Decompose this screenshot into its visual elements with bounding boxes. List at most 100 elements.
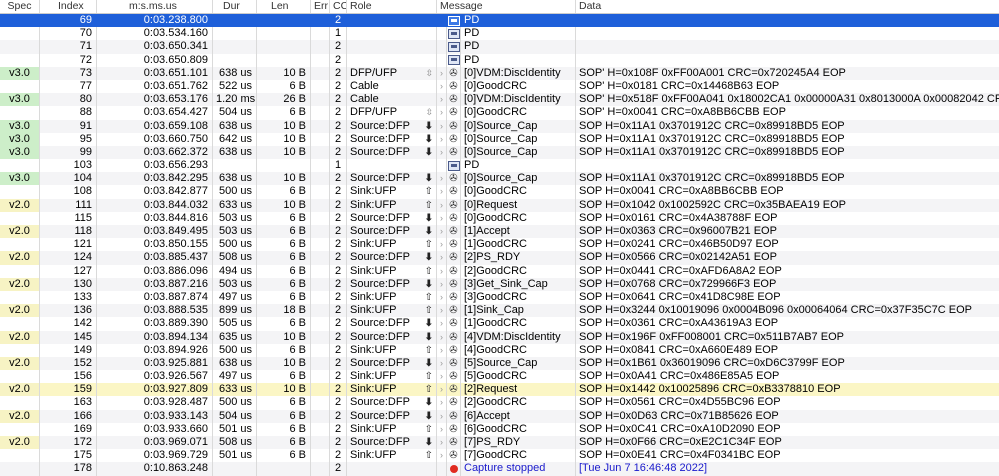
cc-cell: 2	[330, 198, 347, 212]
column-header-message[interactable]: Message	[437, 0, 576, 13]
column-header-data[interactable]: Data	[576, 0, 999, 13]
expand-arrow[interactable]: ›	[437, 304, 447, 318]
table-row[interactable]: v2.0 136 0:03.888.535 899 us 18 B 2 Sink:UFP ⇧ ›…	[0, 304, 999, 318]
expand-arrow[interactable]: ›	[437, 119, 447, 133]
table-row[interactable]: 71 0:03.650.341 2 PD	[0, 40, 999, 54]
table-row[interactable]: v3.0 99 0:03.662.372 638 us 10 B 2 Source:DFP ⬇…	[0, 145, 999, 160]
time-cell: 0:03.850.155	[97, 238, 213, 252]
table-row[interactable]: 142 0:03.889.390 505 us 6 B 2 Source:DFP ⬇ › ✇ [1…	[0, 317, 999, 331]
expand-arrow[interactable]: ›	[437, 172, 447, 186]
expand-arrow[interactable]: ›	[437, 422, 447, 436]
table-row[interactable]: v2.0 145 0:03.894.134 635 us 10 B 2 Source:DFP…	[0, 330, 999, 344]
table-row[interactable]: 103 0:03.656.293 1 PD	[0, 159, 999, 173]
time-cell: 0:03.887.874	[97, 290, 213, 305]
expand-arrow[interactable]: ›	[437, 436, 447, 450]
expand-arrow[interactable]: ›	[437, 449, 447, 463]
column-header-dur[interactable]: Dur	[213, 0, 257, 13]
arrow-down-icon: ⬇	[424, 278, 433, 290]
table-row[interactable]: 121 0:03.850.155 500 us 6 B 2 Sink:UFP ⇧ › ✇ [1]G…	[0, 238, 999, 252]
column-header-spec[interactable]: Spec	[0, 0, 40, 13]
table-row[interactable]: v3.0 73 0:03.651.101 638 us 10 B 2 DFP/UFP ⇳ › ✇[…	[0, 66, 999, 80]
expand-arrow[interactable]: ›	[437, 106, 447, 120]
table-row[interactable]: 69 0:03.238.800 2 PD	[0, 14, 999, 28]
table-row[interactable]: v3.0 104 0:03.842.295 638 us 10 B 2 Source:DFP…	[0, 172, 999, 186]
table-row[interactable]: 108 0:03.842.877 500 us 6 B 2 Sink:UFP ⇧ › ✇ [0]G…	[0, 185, 999, 199]
column-header-index[interactable]: Index	[40, 0, 97, 13]
index-cell: 145	[40, 330, 97, 344]
expand-arrow[interactable]: ›	[437, 79, 447, 94]
len-cell: 10 B	[257, 330, 311, 344]
column-header-cc[interactable]: CC	[330, 0, 347, 13]
expand-arrow[interactable]: ›	[437, 185, 447, 199]
table-row[interactable]: v2.0 130 0:03.887.216 503 us 6 B 2 Source:DFP ⬇…	[0, 277, 999, 291]
data-cell	[576, 27, 999, 40]
table-row[interactable]: 178 0:10.863.248 2 Capture stopped [Tue Jun …	[0, 462, 999, 476]
table-row[interactable]: v2.0 152 0:03.925.881 638 us 10 B 2 Source:DFP…	[0, 356, 999, 371]
role-cell: Source:DFP ⬇	[347, 409, 437, 423]
role-label: Source:DFP	[350, 211, 410, 224]
message-cell: Capture stopped	[461, 462, 576, 476]
expand-arrow[interactable]: ›	[437, 356, 447, 371]
table-row[interactable]: 149 0:03.894.926 500 us 6 B 2 Sink:UFP ⇧ › ✇ [4]G…	[0, 343, 999, 357]
table-row[interactable]: v3.0 80 0:03.653.176 1.20 ms 26 B 2 Cable › ✇ [0]…	[0, 93, 999, 107]
table-row[interactable]: v2.0 118 0:03.849.495 503 us 6 B 2 Source:DFP ⬇…	[0, 225, 999, 239]
expand-arrow[interactable]: ›	[437, 66, 447, 80]
expand-arrow[interactable]: ›	[437, 317, 447, 331]
table-row[interactable]: v2.0 124 0:03.885.437 508 us 6 B 2 Source:DFP ⬇…	[0, 251, 999, 265]
expand-arrow[interactable]: ›	[437, 264, 447, 278]
table-row[interactable]: 156 0:03.926.567 497 us 6 B 2 Sink:UFP ⇧ › ✇ [5]G…	[0, 370, 999, 384]
table-row[interactable]: 77 0:03.651.762 522 us 6 B 2 Cable › ✇ [0]GoodCR…	[0, 79, 999, 94]
table-row[interactable]: v2.0 111 0:03.844.032 633 us 10 B 2 Sink:UFP ⇧ ›…	[0, 198, 999, 212]
expand-arrow[interactable]	[437, 462, 447, 476]
expand-arrow[interactable]: ›	[437, 396, 447, 410]
expand-arrow[interactable]	[437, 53, 447, 67]
table-row[interactable]: 133 0:03.887.874 497 us 6 B 2 Sink:UFP ⇧ › ✇ [3]G…	[0, 290, 999, 305]
column-header-len[interactable]: Len	[257, 0, 311, 13]
column-header-role[interactable]: Role	[347, 0, 437, 13]
dur-cell: 638 us	[213, 66, 257, 80]
expand-arrow[interactable]: ›	[437, 370, 447, 384]
expand-arrow[interactable]: ›	[437, 225, 447, 239]
role-label: Sink:UFP	[350, 343, 397, 356]
table-row[interactable]: v2.0 172 0:03.969.071 508 us 6 B 2 Source:DFP ⬇…	[0, 436, 999, 450]
table-row[interactable]: 127 0:03.886.096 494 us 6 B 2 Sink:UFP ⇧ › ✇ [2]G…	[0, 264, 999, 278]
expand-arrow[interactable]	[437, 14, 447, 28]
expand-arrow[interactable]: ›	[437, 198, 447, 212]
table-row[interactable]: 175 0:03.969.729 501 us 6 B 2 Sink:UFP ⇧ › ✇ [7]G…	[0, 449, 999, 463]
table-row[interactable]: 72 0:03.650.809 2 PD	[0, 53, 999, 67]
spec-cell: v3.0	[0, 145, 40, 160]
dur-cell: 494 us	[213, 264, 257, 278]
arrow-down-icon: ⬇	[424, 331, 433, 343]
expand-arrow[interactable]	[437, 27, 447, 41]
expand-arrow[interactable]: ›	[437, 343, 447, 357]
table-row[interactable]: 70 0:03.534.160 1 PD	[0, 27, 999, 41]
table-row[interactable]: 163 0:03.928.487 500 us 6 B 2 Source:DFP ⬇ › ✇ [2…	[0, 396, 999, 410]
expand-arrow[interactable]: ›	[437, 238, 447, 252]
column-header-err[interactable]: Err	[311, 0, 330, 13]
expand-arrow[interactable]: ›	[437, 145, 447, 160]
column-header-time[interactable]: m:s.ms.us	[97, 0, 213, 13]
expand-arrow[interactable]: ›	[437, 383, 447, 397]
table-row[interactable]: v2.0 166 0:03.933.143 504 us 6 B 2 Source:DFP ⬇…	[0, 409, 999, 423]
table-row[interactable]: 169 0:03.933.660 501 us 6 B 2 Sink:UFP ⇧ › ✇ [6]G…	[0, 422, 999, 436]
cc-cell: 2	[330, 462, 347, 476]
table-row[interactable]: v2.0 159 0:03.927.809 633 us 10 B 2 Sink:UFP ⇧ ›…	[0, 383, 999, 397]
spec-cell: v2.0	[0, 251, 40, 265]
role-cell: Sink:UFP ⇧	[347, 238, 437, 252]
table-row[interactable]: 88 0:03.654.427 504 us 6 B 2 DFP/UFP ⇳ › ✇ [0]Goo…	[0, 106, 999, 120]
expand-arrow[interactable]: ›	[437, 93, 447, 107]
expand-arrow[interactable]: ›	[437, 132, 447, 146]
table-row[interactable]: 115 0:03.844.816 503 us 6 B 2 Source:DFP ⬇ › ✇ [0…	[0, 211, 999, 225]
expand-arrow[interactable]	[437, 40, 447, 54]
expand-arrow[interactable]: ›	[437, 277, 447, 291]
message-cell: PD	[461, 40, 576, 54]
expand-arrow[interactable]: ›	[437, 290, 447, 305]
expand-arrow[interactable]: ›	[437, 251, 447, 265]
role-cell: Source:DFP ⬇	[347, 211, 437, 225]
expand-arrow[interactable]	[437, 159, 447, 173]
table-row[interactable]: v3.0 95 0:03.660.750 642 us 10 B 2 Source:DFP ⬇…	[0, 132, 999, 146]
expand-arrow[interactable]: ›	[437, 409, 447, 423]
expand-arrow[interactable]: ›	[437, 211, 447, 225]
expand-arrow[interactable]: ›	[437, 330, 447, 344]
table-row[interactable]: v3.0 91 0:03.659.108 638 us 10 B 2 Source:DFP ⬇…	[0, 119, 999, 133]
